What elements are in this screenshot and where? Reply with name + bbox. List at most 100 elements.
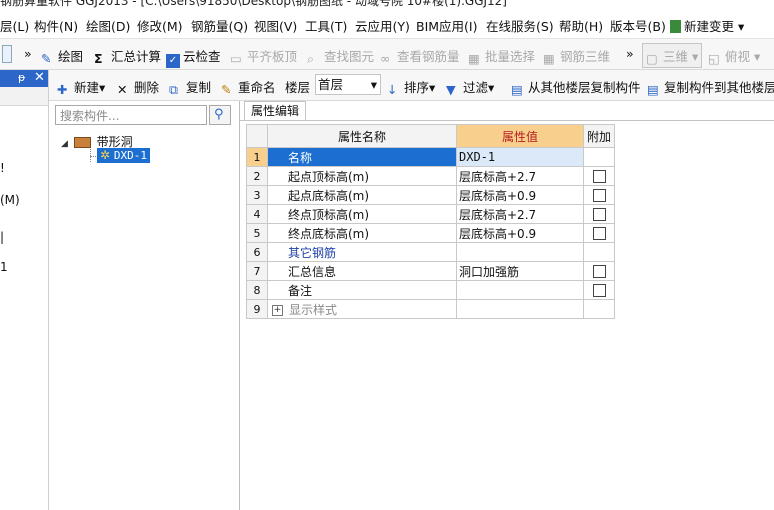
sort-button[interactable]: ↓ 排序▾	[387, 77, 435, 97]
menu-bim[interactable]: BIM应用(I)	[416, 16, 478, 35]
pencil-icon: ✎	[41, 51, 52, 66]
top-view-icon: ◱	[708, 51, 720, 66]
new-change-label: 新建变更	[684, 19, 735, 34]
pin-icon[interactable]: ᵽ	[18, 71, 25, 84]
attach-checkbox[interactable]	[592, 265, 606, 278]
tree-child-item[interactable]: ✲ DXD-1	[97, 148, 151, 163]
property-value-cell[interactable]	[456, 299, 584, 319]
draw-button[interactable]: ✎ 绘图	[41, 46, 83, 66]
menu-floor[interactable]: 层(L)	[0, 16, 29, 35]
rename-button[interactable]: ✎ 重命名	[221, 77, 276, 97]
glasses-icon: ∞	[380, 51, 391, 66]
property-value-cell[interactable]: 层底标高+0.9	[456, 223, 584, 243]
menu-help[interactable]: 帮助(H)	[559, 16, 603, 35]
floor-select[interactable]: 首层 ▾	[315, 74, 381, 95]
toolbar-overflow-icon[interactable]: »	[626, 46, 634, 61]
attach-checkbox[interactable]	[592, 227, 606, 240]
property-value-cell[interactable]: 层底标高+2.7	[456, 204, 584, 224]
dock-partial-text: |	[0, 230, 5, 244]
menu-rebar-qty[interactable]: 钢筋量(Q)	[191, 16, 248, 35]
row-number: 6	[246, 242, 268, 262]
property-name-cell: + 显示样式	[267, 299, 457, 319]
view-rebar-button[interactable]: ∞ 查看钢筋量	[380, 46, 460, 66]
table-row[interactable]: 8 备注	[246, 280, 615, 300]
flat-slab-label: 平齐板顶	[247, 49, 298, 64]
flat-slab-button[interactable]: ▭ 平齐板顶	[230, 46, 298, 66]
search-input[interactable]: 搜索构件...	[55, 105, 207, 125]
slab-icon: ▭	[230, 51, 242, 66]
property-name-cell: 终点顶标高(m)	[267, 204, 457, 224]
view-3d-dropdown[interactable]: ▢ 三维 ▾	[642, 43, 703, 68]
tree-connector	[90, 156, 96, 157]
new-change-button[interactable]: 新建变更 ▾	[670, 16, 744, 35]
property-value-cell[interactable]	[456, 280, 584, 300]
filter-button[interactable]: ▼ 过滤▾	[446, 77, 494, 97]
menu-cloud[interactable]: 云应用(Y)	[355, 16, 410, 35]
attach-checkbox[interactable]	[592, 284, 606, 297]
rebar-3d-button[interactable]: ▦ 钢筋三维	[543, 46, 610, 66]
table-row[interactable]: 1 名称 DXD-1	[246, 147, 615, 167]
property-value-cell[interactable]: 层底标高+0.9	[456, 185, 584, 205]
property-value-cell[interactable]: DXD-1	[456, 147, 584, 167]
table-header-row: 属性名称 属性值 附加	[246, 124, 615, 148]
attach-checkbox[interactable]	[592, 208, 606, 221]
dock-partial-text: 1	[0, 260, 8, 274]
expand-icon[interactable]: +	[272, 304, 283, 316]
copy-to-other-floor-button[interactable]: ▤ 复制构件到其他楼层	[647, 77, 774, 97]
search-button[interactable]: ⚲	[209, 105, 231, 125]
grid-icon: ▦	[468, 51, 480, 66]
row-number: 1	[246, 147, 268, 167]
delete-button[interactable]: ✕ 删除	[117, 77, 160, 97]
copy-button[interactable]: ⧉ 复制	[169, 77, 211, 97]
table-row[interactable]: 3 起点底标高(m) 层底标高+0.9	[246, 185, 615, 205]
attach-checkbox[interactable]	[592, 170, 606, 183]
copy-from-other-floor-button[interactable]: ▤ 从其他楼层复制构件	[511, 77, 641, 97]
column-header-value: 属性值	[456, 124, 584, 148]
table-row[interactable]: 2 起点顶标高(m) 层底标高+2.7	[246, 166, 615, 186]
property-name-label: 显示样式	[289, 302, 338, 317]
find-element-button[interactable]: ⌕ 查找图元	[307, 46, 374, 66]
batch-select-button[interactable]: ▦ 批量选择	[468, 46, 535, 66]
hole-icon	[73, 137, 91, 148]
dock-subheader	[0, 87, 48, 106]
row-number: 2	[246, 166, 268, 186]
tab-property-edit[interactable]: 属性编辑	[244, 101, 307, 120]
property-value-cell[interactable]: 层底标高+2.7	[456, 166, 584, 186]
floor-value: 首层	[318, 77, 344, 92]
cloud-check-button[interactable]: ✓ 云检查	[166, 46, 221, 68]
table-row[interactable]: 9 + 显示样式	[246, 299, 615, 319]
attach-checkbox[interactable]	[592, 189, 606, 202]
left-dock-panel: ᵽ ✕ ! (M) | 1	[0, 70, 49, 510]
property-name-cell: 备注	[267, 280, 457, 300]
property-value-cell[interactable]: 洞口加强筋	[456, 261, 584, 281]
menu-draw[interactable]: 绘图(D)	[86, 16, 130, 35]
table-row[interactable]: 7 汇总信息 洞口加强筋	[246, 261, 615, 281]
funnel-icon: ▼	[446, 82, 456, 97]
property-name-cell: 起点顶标高(m)	[267, 166, 457, 186]
menu-version[interactable]: 版本号(B)	[610, 16, 666, 35]
view-3d-label: 三维	[663, 49, 689, 64]
table-row[interactable]: 6 其它钢筋	[246, 242, 615, 262]
property-value-cell[interactable]	[456, 242, 584, 262]
menu-online[interactable]: 在线服务(S)	[486, 16, 554, 35]
table-row[interactable]: 5 终点底标高(m) 层底标高+0.9	[246, 223, 615, 243]
menu-component[interactable]: 构件(N)	[34, 16, 78, 35]
toolbar-overflow-icon[interactable]: »	[24, 46, 32, 61]
menu-bar: 层(L) 构件(N) 绘图(D) 修改(M) 钢筋量(Q) 视图(V) 工具(T…	[0, 10, 774, 39]
dock-header: ᵽ ✕	[0, 70, 48, 87]
sum-button[interactable]: Σ 汇总计算	[94, 46, 162, 66]
table-row[interactable]: 4 终点顶标高(m) 层底标高+2.7	[246, 204, 615, 224]
toolbar-dropdown[interactable]	[2, 45, 12, 63]
close-icon[interactable]: ✕	[34, 70, 45, 85]
menu-view[interactable]: 视图(V)	[254, 16, 297, 35]
tree-root-label: 带形洞	[96, 135, 133, 149]
new-button[interactable]: ✚ 新建▾	[57, 77, 105, 97]
top-view-button[interactable]: ◱ 俯视 ▾	[708, 46, 760, 66]
menu-tools[interactable]: 工具(T)	[305, 16, 347, 35]
grid-icon: ▦	[543, 51, 555, 66]
sum-label: 汇总计算	[111, 49, 162, 64]
row-number: 3	[246, 185, 268, 205]
delete-label: 删除	[134, 80, 160, 95]
menu-modify[interactable]: 修改(M)	[137, 16, 183, 35]
row-number: 7	[246, 261, 268, 281]
